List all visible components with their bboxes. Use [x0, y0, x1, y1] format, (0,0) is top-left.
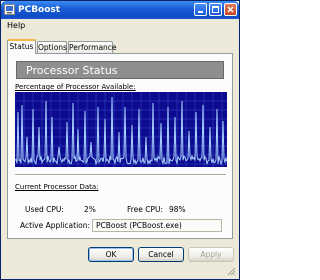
menu-bar: Help [2, 19, 238, 32]
maximize-button[interactable] [209, 3, 222, 16]
tab-performance[interactable]: Performance [68, 41, 117, 53]
window-title: PCBoost [18, 5, 61, 15]
apply-button: Apply [188, 247, 234, 262]
status-panel: Processor Status Percentage of Processor… [7, 53, 233, 239]
used-cpu-value: 2% [84, 205, 96, 214]
processor-status-title: Processor Status [26, 64, 118, 77]
menu-help[interactable]: Help [7, 20, 25, 31]
ok-button[interactable]: OK [88, 247, 134, 262]
app-icon [4, 4, 15, 15]
active-app-label: Active Application: [20, 221, 91, 230]
separator [15, 174, 226, 176]
processor-status-header: Processor Status [16, 61, 224, 79]
graph-label: Percentage of Processor Available: [15, 83, 136, 91]
free-cpu-value: 98% [169, 205, 186, 214]
close-button[interactable] [224, 3, 237, 16]
free-cpu-label: Free CPU: [127, 205, 164, 214]
maximize-icon [212, 6, 219, 13]
close-icon [227, 6, 234, 13]
active-app-field: PCBoost (PCBoost.exe) [92, 219, 222, 232]
minimize-icon [198, 11, 203, 13]
tab-options[interactable]: Options [37, 41, 67, 53]
resize-grip-icon[interactable] [226, 266, 236, 276]
tab-status[interactable]: Status [7, 39, 36, 54]
processor-data-label: Current Processor Data: [15, 183, 99, 191]
title-bar[interactable]: PCBoost [1, 1, 239, 19]
minimize-button[interactable] [194, 3, 207, 16]
pcboost-window: PCBoost Help Status Options Performance … [0, 0, 240, 280]
used-cpu-label: Used CPU: [25, 205, 64, 214]
cpu-usage-graph [15, 92, 227, 167]
cancel-button[interactable]: Cancel [138, 247, 184, 262]
